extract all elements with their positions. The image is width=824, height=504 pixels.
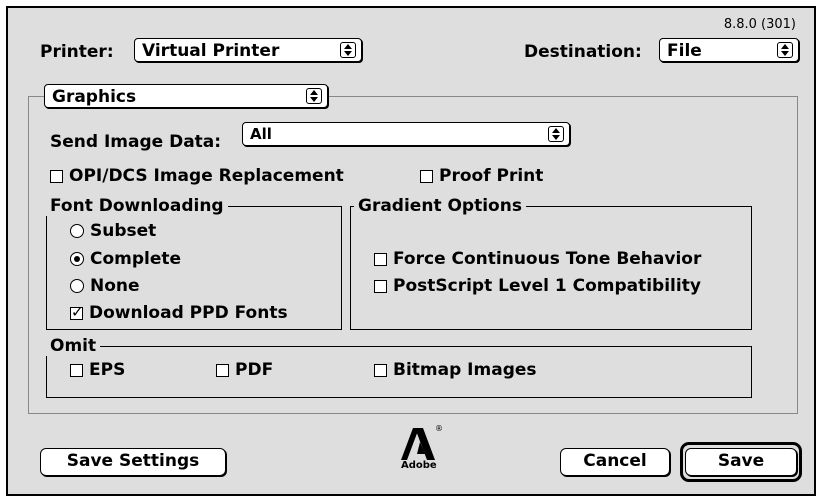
version-label: 8.8.0 (301) xyxy=(723,17,796,32)
omit-bitmap-label: Bitmap Images xyxy=(393,360,537,380)
radio-none-label: None xyxy=(90,276,140,296)
force-continuous-checkbox[interactable]: Force Continuous Tone Behavior xyxy=(374,249,701,269)
save-button[interactable]: Save xyxy=(685,448,797,476)
print-dialog: 8.8.0 (301) Printer: Virtual Printer Des… xyxy=(6,6,816,496)
chevron-updown-icon xyxy=(306,88,322,104)
omit-pdf-checkbox[interactable]: PDF xyxy=(216,360,273,380)
printer-select[interactable]: Virtual Printer xyxy=(134,38,362,62)
omit-eps-label: EPS xyxy=(89,360,126,380)
radio-dot xyxy=(70,224,84,238)
ps-level1-checkbox[interactable]: PostScript Level 1 Compatibility xyxy=(374,276,701,296)
download-ppd-checkbox[interactable]: Download PPD Fonts xyxy=(70,303,288,323)
radio-none[interactable]: None xyxy=(70,276,140,296)
destination-select[interactable]: File xyxy=(659,38,799,62)
panel-select[interactable]: Graphics xyxy=(44,84,328,108)
opi-dcs-label: OPI/DCS Image Replacement xyxy=(69,166,344,186)
checkbox-box xyxy=(374,252,387,266)
omit-eps-checkbox[interactable]: EPS xyxy=(70,360,125,380)
registered-mark: ® xyxy=(435,424,443,433)
chevron-updown-icon xyxy=(340,42,356,58)
destination-label: Destination: xyxy=(524,42,642,62)
panel-select-value: Graphics xyxy=(52,87,137,107)
proof-print-checkbox[interactable]: Proof Print xyxy=(420,166,543,186)
radio-complete-label: Complete xyxy=(90,249,182,269)
radio-dot-selected xyxy=(70,252,84,266)
ps-level1-label: PostScript Level 1 Compatibility xyxy=(393,276,701,296)
cancel-button[interactable]: Cancel xyxy=(560,448,670,476)
radio-subset-label: Subset xyxy=(90,221,157,241)
checkbox-box-checked xyxy=(70,303,84,321)
omit-bitmap-checkbox[interactable]: Bitmap Images xyxy=(374,360,537,380)
checkbox-box xyxy=(374,279,387,293)
checkbox-box xyxy=(50,169,63,183)
send-image-data-value: All xyxy=(250,125,272,143)
omit-pdf-label: PDF xyxy=(235,360,274,380)
download-ppd-label: Download PPD Fonts xyxy=(89,303,288,323)
printer-select-value: Virtual Printer xyxy=(142,41,280,61)
radio-complete[interactable]: Complete xyxy=(70,249,181,269)
checkbox-box xyxy=(216,363,229,377)
chevron-updown-icon xyxy=(777,42,793,58)
proof-print-label: Proof Print xyxy=(439,166,544,186)
checkbox-box xyxy=(374,363,387,377)
checkbox-box xyxy=(70,363,83,377)
send-image-data-select[interactable]: All xyxy=(242,122,570,146)
checkbox-box xyxy=(420,169,433,183)
gradient-options-title: Gradient Options xyxy=(354,196,526,216)
send-image-data-label: Send Image Data: xyxy=(50,132,222,152)
adobe-logo: ® Adobe xyxy=(401,424,443,478)
chevron-updown-icon xyxy=(548,126,564,142)
save-settings-button[interactable]: Save Settings xyxy=(40,448,226,476)
omit-title: Omit xyxy=(46,336,101,356)
printer-label: Printer: xyxy=(40,42,114,62)
destination-select-value: File xyxy=(667,41,702,61)
opi-dcs-checkbox[interactable]: OPI/DCS Image Replacement xyxy=(50,166,344,186)
radio-dot xyxy=(70,279,84,293)
font-downloading-title: Font Downloading xyxy=(46,196,228,216)
force-continuous-label: Force Continuous Tone Behavior xyxy=(393,249,702,269)
radio-subset[interactable]: Subset xyxy=(70,221,156,241)
adobe-logo-text: Adobe xyxy=(401,460,437,471)
